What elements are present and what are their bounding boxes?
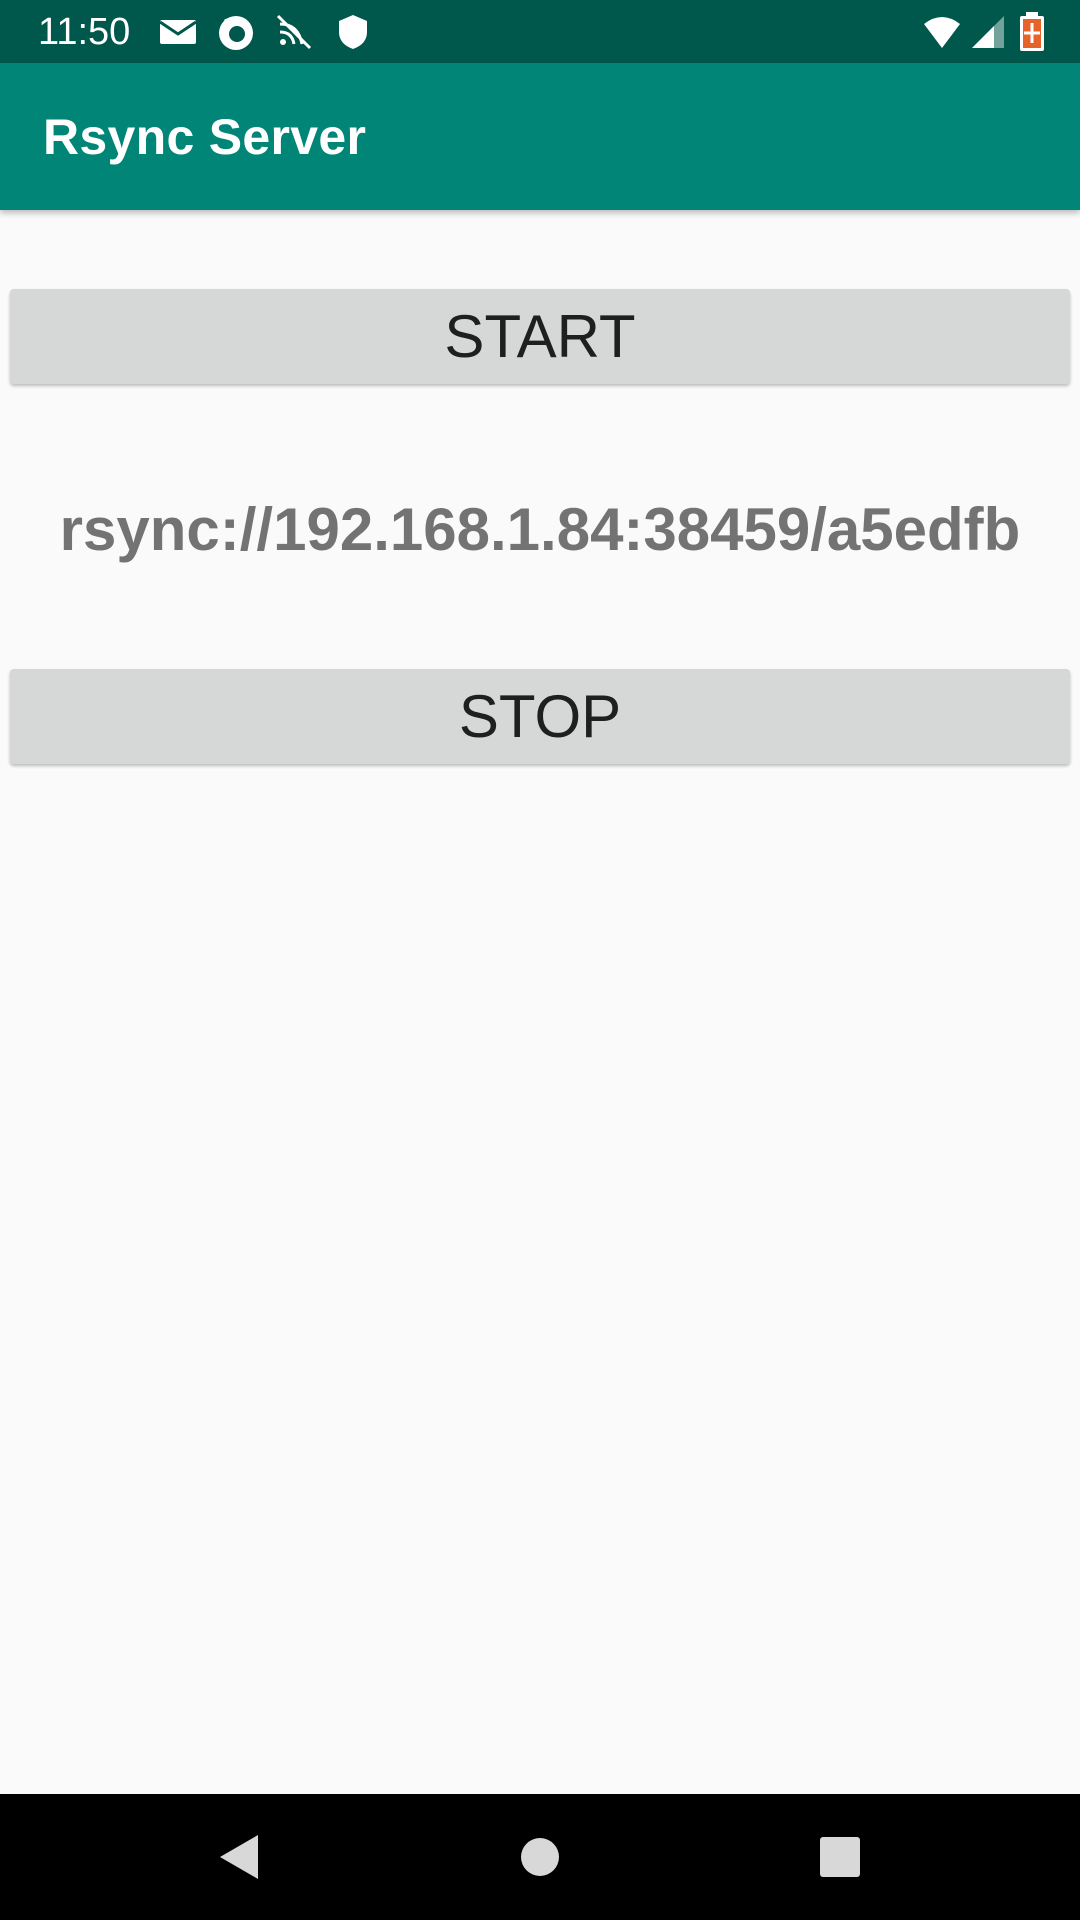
cell-signal-icon <box>968 12 1008 52</box>
shield-icon <box>333 12 373 52</box>
battery-charging-icon <box>1014 12 1050 52</box>
screen: 11:50 Rsync Server START rsync://192.168… <box>0 0 1080 1920</box>
recents-icon[interactable] <box>810 1827 870 1887</box>
stop-button[interactable]: STOP <box>10 669 1070 764</box>
back-icon[interactable] <box>210 1827 270 1887</box>
mail-icon <box>158 12 198 52</box>
app-title: Rsync Server <box>43 109 367 165</box>
server-url-text: rsync://192.168.1.84:38459/a5edfb <box>59 496 1021 563</box>
firefox-icon <box>216 12 256 52</box>
wireless-sync-icon <box>274 12 314 52</box>
app-bar: Rsync Server <box>0 63 1080 210</box>
wifi-icon <box>922 12 962 52</box>
navigation-bar <box>0 1794 1080 1920</box>
start-button[interactable]: START <box>10 289 1070 384</box>
status-bar: 11:50 <box>0 0 1080 63</box>
status-time: 11:50 <box>38 11 131 53</box>
home-icon[interactable] <box>510 1827 570 1887</box>
